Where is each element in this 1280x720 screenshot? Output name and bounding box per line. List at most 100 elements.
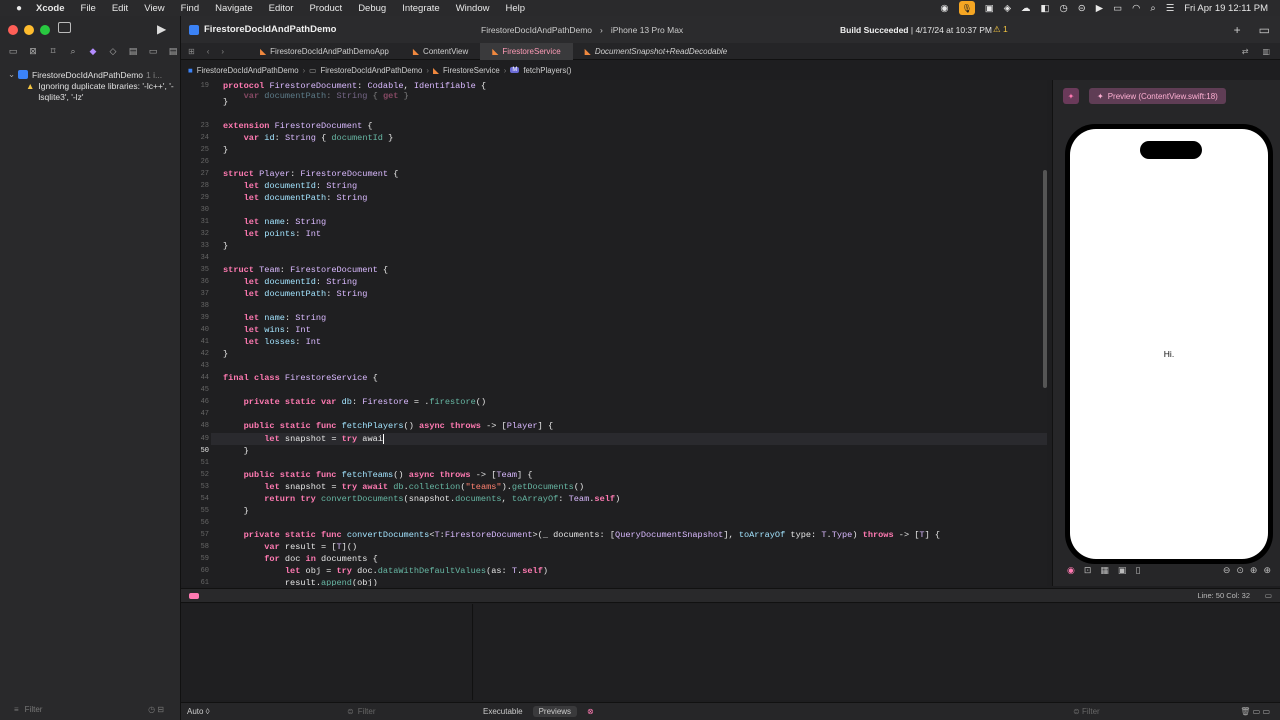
line-number[interactable]: 36 (183, 276, 209, 288)
line-number[interactable]: 24 (183, 132, 209, 144)
menu-editor[interactable]: Editor (269, 3, 294, 14)
grid-icon[interactable]: ⊞ (188, 47, 195, 56)
report-icon[interactable]: ▤ (167, 46, 179, 57)
preview-selector[interactable]: ✦ Preview (ContentView.swift:18) (1089, 88, 1226, 104)
breadcrumb-item-project[interactable]: FirestoreDocIdAndPathDemo (197, 66, 299, 75)
apple-menu-icon[interactable]: ● (8, 3, 30, 14)
warning-count-badge[interactable]: ⚠ 1 (993, 24, 1008, 35)
inspector-toggle-icon[interactable]: ▭ (1259, 23, 1270, 37)
cloud-icon[interactable]: ☁ (1021, 3, 1031, 14)
battery-icon[interactable]: ▭ (1113, 3, 1122, 14)
line-number[interactable]: 23 (183, 120, 209, 132)
code-line[interactable]: let name: String (223, 312, 327, 324)
code-line[interactable]: let obj = try doc.dataWithDefaultValues(… (223, 565, 548, 577)
trash-icon[interactable]: 🗑 ▭ ▭ (1240, 707, 1270, 716)
line-number[interactable]: 39 (183, 312, 209, 324)
line-number[interactable]: 37 (183, 288, 209, 300)
line-number[interactable]: 26 (183, 156, 209, 168)
control-center-icon[interactable]: ☰ (1166, 3, 1175, 14)
line-number[interactable]: 59 (183, 553, 209, 565)
folder-icon[interactable]: ▭ (7, 46, 19, 57)
line-number[interactable]: 27 (183, 168, 209, 180)
code-line[interactable]: } (223, 445, 249, 457)
line-number[interactable]: 57 (183, 529, 209, 541)
scheme-name[interactable]: FirestoreDocIdAndPathDemo (481, 25, 592, 35)
breadcrumb-item-group[interactable]: FirestoreDocIdAndPathDemo (321, 66, 423, 75)
selectable-mode-icon[interactable]: ⊡ (1084, 565, 1092, 576)
code-line[interactable]: var documentPath: String { get } (223, 90, 409, 102)
microphone-icon[interactable]: 🎙 (958, 1, 975, 15)
code-editor[interactable]: 1920212223242526272829303132333435363738… (181, 80, 1047, 586)
line-number[interactable]: 35 (183, 264, 209, 276)
add-icon[interactable]: + (1234, 23, 1241, 37)
code-line[interactable]: let name: String (223, 216, 327, 228)
line-number[interactable]: 47 (183, 408, 209, 420)
menu-edit[interactable]: Edit (112, 3, 128, 14)
run-button[interactable]: ▶ (157, 22, 166, 36)
line-number[interactable]: 52 (183, 469, 209, 481)
code-line[interactable]: final class FirestoreService { (223, 372, 378, 384)
line-number[interactable]: 56 (183, 517, 209, 529)
split-debug-icon[interactable]: ▭ (1265, 591, 1272, 600)
menu-navigate[interactable]: Navigate (215, 3, 253, 14)
zoom-window-button[interactable] (40, 25, 50, 35)
code-line[interactable]: private static var db: Firestore = .fire… (223, 396, 486, 408)
debug-toggle-icon[interactable] (189, 592, 199, 599)
line-number[interactable]: 34 (183, 252, 209, 264)
breakpoint-icon[interactable]: ▭ (147, 46, 159, 57)
code-line[interactable]: } (223, 144, 228, 156)
code-line[interactable]: struct Team: FirestoreDocument { (223, 264, 388, 276)
line-number[interactable]: 60 (183, 565, 209, 577)
code-line[interactable]: extension FirestoreDocument { (223, 120, 373, 132)
menu-find[interactable]: Find (181, 3, 199, 14)
code-line[interactable]: var result = [T]() (223, 541, 357, 553)
code-line[interactable]: } (223, 240, 228, 252)
variables-filter[interactable]: ⊜ Filter (347, 707, 375, 716)
line-number[interactable]: 50 (183, 445, 209, 457)
line-number[interactable]: 54 (183, 493, 209, 505)
code-line[interactable]: public static func fetchPlayers() async … (223, 420, 554, 432)
device-settings-icon[interactable]: ▣ (1118, 565, 1127, 576)
sidebar-toggle-icon[interactable] (58, 22, 71, 33)
code-line[interactable]: } (223, 348, 228, 360)
line-number[interactable]: 58 (183, 541, 209, 553)
lock-icon[interactable]: ⊝ (1078, 3, 1086, 14)
line-number[interactable]: 61 (183, 577, 209, 586)
zoom-out-icon[interactable]: ⊖ (1223, 565, 1231, 576)
line-number[interactable]: 53 (183, 481, 209, 493)
menu-integrate[interactable]: Integrate (402, 3, 440, 14)
line-number[interactable]: 49 (183, 433, 209, 445)
chevron-down-icon[interactable]: ⌄ (8, 69, 18, 80)
tab-firestoreservice[interactable]: ◣ FirestoreService (480, 42, 573, 60)
device-icon[interactable]: ▯ (1135, 565, 1140, 576)
code-line[interactable]: let points: Int (223, 228, 321, 240)
preview-debug-icon[interactable]: ⊗ (581, 706, 600, 717)
code-line[interactable]: let snapshot = try await db.collection("… (223, 481, 584, 493)
code-line[interactable]: private static func convertDocuments<T:F… (223, 529, 940, 541)
line-number[interactable]: 32 (183, 228, 209, 240)
issue-warning-row[interactable]: ▲ Ignoring duplicate libraries: '-lc++',… (0, 81, 181, 103)
refresh-icon[interactable]: ⇄ (1242, 47, 1249, 56)
play-circle-icon[interactable]: ▶ (1096, 3, 1103, 14)
device-screen[interactable]: Hi. (1070, 129, 1268, 559)
minimize-window-button[interactable] (24, 25, 34, 35)
line-number[interactable]: 29 (183, 192, 209, 204)
zoom-fit-icon[interactable]: ⊙ (1236, 565, 1244, 576)
variants-icon[interactable]: ▦ (1100, 565, 1109, 576)
menu-xcode[interactable]: Xcode (36, 3, 65, 14)
console-filter[interactable]: ⊜ Filter (1073, 707, 1100, 716)
device-name[interactable]: iPhone 13 Pro Max (611, 25, 683, 35)
menu-file[interactable]: File (81, 3, 96, 14)
line-number[interactable]: 48 (183, 420, 209, 432)
breadcrumb-item-method[interactable]: fetchPlayers() (523, 66, 571, 75)
line-number[interactable]: 42 (183, 348, 209, 360)
code-line-current[interactable]: let snapshot = try awai (223, 433, 384, 445)
debug-icon[interactable]: ▤ (127, 46, 139, 57)
search-icon[interactable]: ⌕ (1150, 3, 1155, 14)
menu-view[interactable]: View (144, 3, 164, 14)
recent-filter-icon[interactable]: ◷ ⊟ (148, 705, 164, 714)
close-window-button[interactable] (8, 25, 18, 35)
code-line[interactable]: let documentId: String (223, 276, 358, 288)
breadcrumb-item-file[interactable]: FirestoreService (443, 66, 500, 75)
menu-debug[interactable]: Debug (358, 3, 386, 14)
